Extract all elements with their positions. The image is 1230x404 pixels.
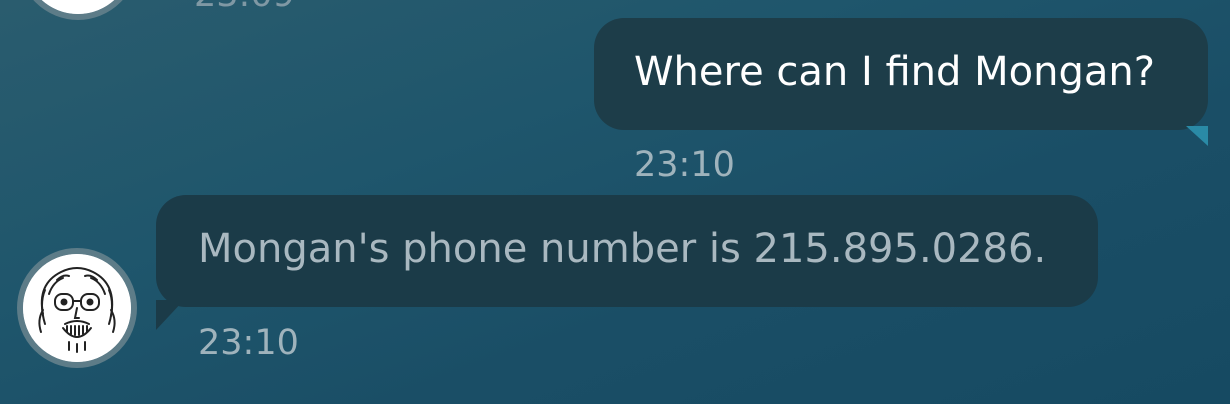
incoming-message-time: 23:10 <box>198 323 299 363</box>
previous-avatar <box>18 0 138 20</box>
incoming-message-text: Mongan's phone number is 215.895.0286. <box>198 226 1047 272</box>
bot-avatar[interactable] <box>17 248 137 368</box>
incoming-bubble-tail <box>156 300 184 330</box>
incoming-message-bubble[interactable]: Mongan's phone number is 215.895.0286. <box>156 195 1098 307</box>
previous-message-time: 23:09 <box>194 0 295 13</box>
outgoing-message-bubble[interactable]: Where can I find Mongan? <box>594 18 1208 130</box>
outgoing-message-time: 23:10 <box>634 145 735 185</box>
outgoing-bubble-tail <box>1186 126 1208 146</box>
outgoing-message-text: Where can I find Mongan? <box>634 49 1155 95</box>
